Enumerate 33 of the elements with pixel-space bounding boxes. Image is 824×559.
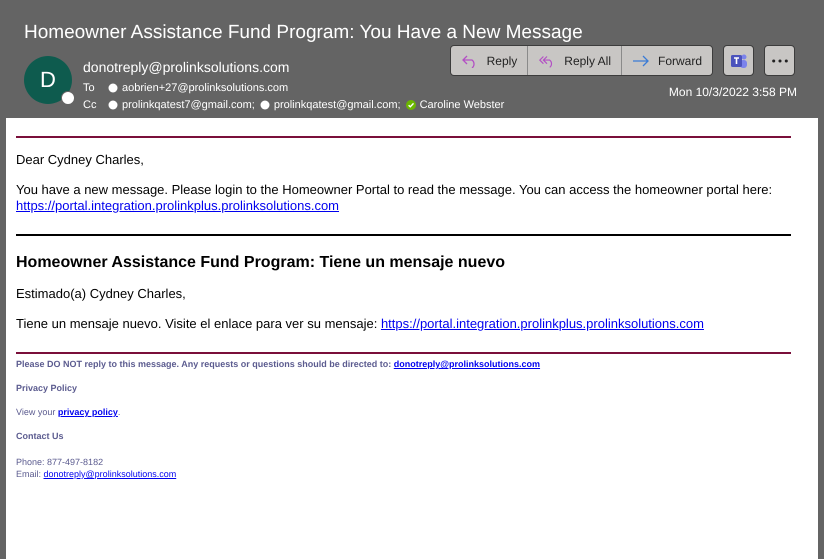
greeting: Estimado(a) Cydney Charles, (16, 286, 187, 302)
privacy-link[interactable]: privacy policy (58, 407, 118, 417)
phone-text: Phone: 877-497-8182 (16, 457, 104, 467)
more-icon (770, 58, 788, 64)
forward-button[interactable]: Forward (622, 46, 712, 75)
recipient[interactable]: prolinkqatest@gmail.com; (274, 98, 401, 110)
spanish-heading: Homeowner Assistance Fund Program: Tiene un mensaje nuevo (16, 254, 506, 272)
recipient[interactable]: prolinkqatest7@gmail.com; (122, 98, 255, 110)
message-text: You have a new message. Please login to the Homeowner Portal to read the message. You can access the homeowner portal here: https://portal.integration.prolinkplus.prolinksolutions.com (16, 182, 774, 214)
reply-button[interactable]: Reply (450, 46, 528, 75)
greeting: Dear Cydney Charles, (16, 152, 145, 168)
recipient[interactable]: aobrien+27@prolinksolutions.com (122, 82, 288, 94)
portal-link[interactable]: https://portal.integration.prolinkplus.prolinksolutions.com (380, 316, 704, 331)
message-text: Tiene un mensaje nuevo. Visite el enlace para ver su mensaje: https://portal.integration.prolinkplus.prolinksolutions.com (16, 316, 705, 332)
section-title: Contact Us (16, 431, 65, 441)
received-date: Mon 10/3/2022 3:58 PM (668, 85, 797, 99)
reply-all-button[interactable]: Reply All (528, 46, 622, 75)
email-link[interactable]: donotreply@prolinksolutions.com (394, 359, 540, 369)
more-options-button[interactable] (764, 45, 795, 76)
email-link[interactable]: donotreply@prolinksolutions.com (44, 469, 176, 479)
sender-address: donotreply@prolinksolutions.com (83, 58, 290, 76)
email-subject: Homeowner Assistance Fund Program: You Have a New Message (24, 21, 584, 45)
section-title: Privacy Policy (16, 383, 78, 393)
teams-button[interactable] (723, 45, 754, 76)
privacy-text: View your privacy policy. (16, 407, 122, 417)
portal-link[interactable]: https://portal.integration.prolinkplus.prolinksolutions.com (16, 198, 340, 213)
sender-avatar: D (24, 56, 72, 104)
notice-text: Please DO NOT reply to this message. Any requests or questions should be directed to: donotreply@prolinksolutions.com (16, 359, 542, 369)
recipient[interactable]: Caroline Webster (420, 98, 504, 110)
recipient-label: Cc (83, 98, 98, 110)
recipient-label: To (83, 82, 96, 94)
email-text: Email: donotreply@prolinksolutions.com (16, 469, 178, 479)
arrow-right-icon (632, 54, 650, 68)
